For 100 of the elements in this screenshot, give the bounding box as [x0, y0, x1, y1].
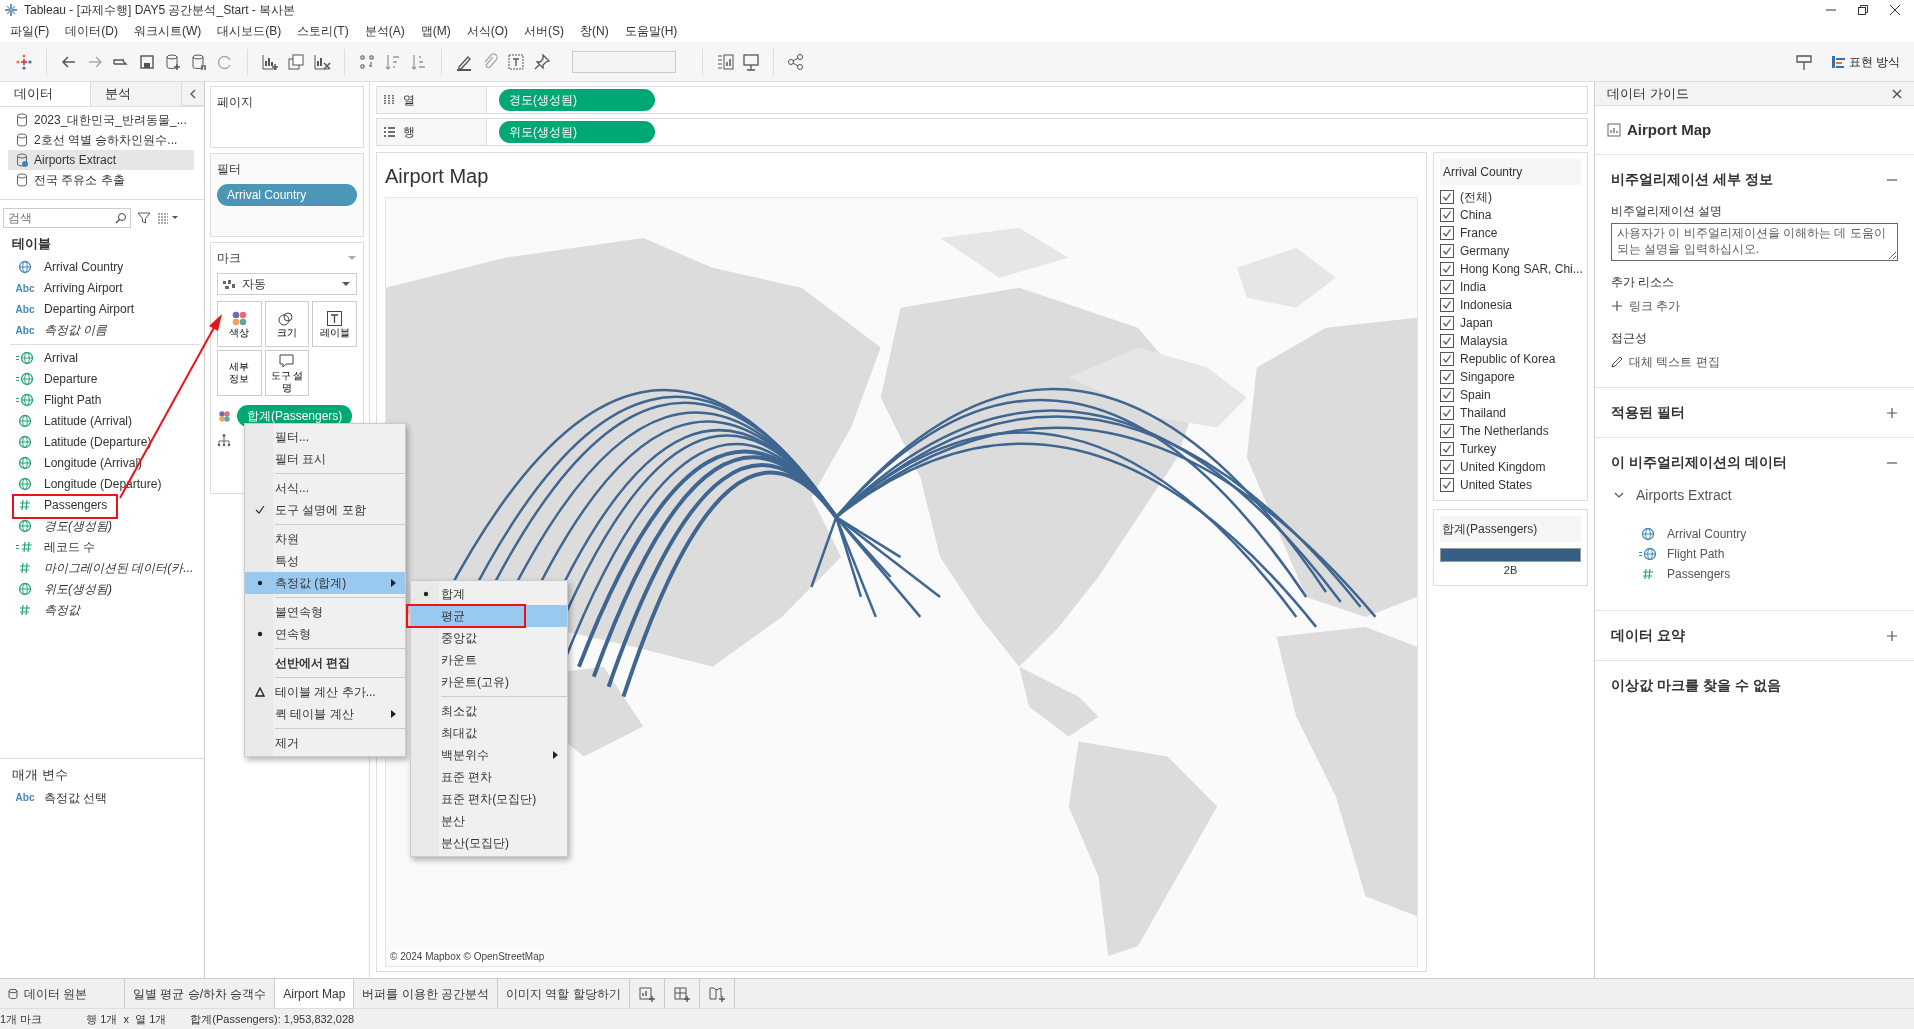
- menu-item[interactable]: 분산(모집단): [411, 832, 567, 854]
- checkbox-item[interactable]: Japan: [1440, 314, 1581, 332]
- menu-item[interactable]: 서식...: [245, 477, 405, 499]
- menu-item[interactable]: 대시보드(B): [209, 22, 290, 40]
- collapse-icon[interactable]: [188, 87, 198, 100]
- menu-item[interactable]: 최대값: [411, 722, 567, 744]
- search-field[interactable]: 검색: [3, 208, 131, 228]
- field-item[interactable]: 마이그레이션된 데이터(카...: [0, 557, 204, 579]
- expand-icon[interactable]: [1886, 629, 1898, 642]
- hierarchy-icon[interactable]: [217, 433, 231, 447]
- description-field[interactable]: 사용자가 이 비주얼리제이션을 이해하는 데 도움이 되는 설명을 입력하십시오.: [1611, 223, 1898, 261]
- checkbox-item[interactable]: Thailand: [1440, 404, 1581, 422]
- pause-database-icon[interactable]: [189, 51, 209, 72]
- menu-item[interactable]: 불연속형: [245, 601, 405, 623]
- mark-property-button[interactable]: 크기: [264, 301, 310, 347]
- data-source-item[interactable]: 전국 주유소 추출: [8, 170, 194, 190]
- checkbox-item[interactable]: Malaysia: [1440, 332, 1581, 350]
- duplicate-icon[interactable]: [286, 51, 306, 72]
- menu-item[interactable]: 카운트(고유): [411, 671, 567, 693]
- menu-item[interactable]: 도움말(H): [616, 22, 686, 40]
- field-item[interactable]: Latitude (Departure): [0, 431, 204, 453]
- menu-item[interactable]: 연속형: [245, 623, 405, 645]
- close-icon[interactable]: [1892, 88, 1902, 99]
- new-dashboard-icon[interactable]: [672, 984, 691, 1003]
- pages-shelf[interactable]: 페이지: [210, 86, 364, 148]
- field-item[interactable]: Abc Departing Airport: [0, 298, 204, 320]
- view-options-icon[interactable]: [157, 211, 179, 225]
- checkbox-item[interactable]: United Kingdom: [1440, 458, 1581, 476]
- menu-item[interactable]: 백분위수: [411, 744, 567, 766]
- menu-item[interactable]: 서버(S): [516, 22, 572, 40]
- checkbox-item[interactable]: France: [1440, 224, 1581, 242]
- share-icon[interactable]: [786, 51, 806, 72]
- menu-item[interactable]: 합계: [411, 583, 567, 605]
- field-item[interactable]: Departure: [0, 368, 204, 390]
- restore-icon[interactable]: [1856, 3, 1870, 17]
- menu-item[interactable]: 측정값 (합계): [245, 572, 405, 594]
- card-view-icon[interactable]: [715, 51, 735, 72]
- menu-item[interactable]: 창(N): [572, 22, 617, 40]
- close-icon[interactable]: [1888, 3, 1902, 17]
- checkbox-item[interactable]: Singapore: [1440, 368, 1581, 386]
- checkbox-item[interactable]: India: [1440, 278, 1581, 296]
- menu-item[interactable]: 분산: [411, 810, 567, 832]
- menu-item[interactable]: 맵(M): [412, 22, 459, 40]
- mark-property-button[interactable]: 세부 정보: [217, 350, 262, 396]
- menu-item[interactable]: 카운트: [411, 649, 567, 671]
- checkbox-item[interactable]: China: [1440, 206, 1581, 224]
- field-item[interactable]: 위도(생성됨): [0, 578, 204, 600]
- data-source-item[interactable]: Airports Extract: [1611, 485, 1898, 506]
- field-item[interactable]: Abc 측정값 선택: [0, 787, 204, 808]
- menu-item[interactable]: 파일(F): [2, 22, 58, 40]
- pane-tab[interactable]: 분석: [91, 82, 182, 106]
- checkbox-item[interactable]: The Netherlands: [1440, 422, 1581, 440]
- menu-item[interactable]: 서식(O): [458, 22, 516, 40]
- menu-item[interactable]: 스토리(T): [289, 22, 357, 40]
- filter-icon[interactable]: [137, 211, 151, 225]
- new-story-icon[interactable]: [707, 984, 726, 1003]
- field-item[interactable]: Abc 측정값 이름: [0, 319, 204, 341]
- field-item[interactable]: Flight Path: [0, 389, 204, 411]
- caret-icon[interactable]: [347, 254, 357, 262]
- data-source-item[interactable]: 2호선 역별 승하차인원수...: [8, 130, 194, 150]
- menu-item[interactable]: 평균: [411, 605, 567, 627]
- new-worksheet-icon[interactable]: [637, 984, 656, 1003]
- data-source-item[interactable]: Airports Extract: [8, 150, 194, 170]
- menu-item[interactable]: 필터...: [245, 426, 405, 448]
- menu-item[interactable]: 특성: [245, 550, 405, 572]
- field-item[interactable]: 측정값: [0, 599, 204, 621]
- field-item[interactable]: Passengers: [0, 494, 204, 516]
- sheet-tab[interactable]: Airport Map: [275, 979, 355, 1008]
- presentation-icon[interactable]: [741, 51, 761, 72]
- mark-property-button[interactable]: 레이블: [312, 301, 357, 347]
- expand-icon[interactable]: [1886, 406, 1898, 419]
- mark-type-dropdown[interactable]: 자동: [217, 273, 357, 295]
- menu-item[interactable]: 필터 표시: [245, 448, 405, 470]
- show-me-button[interactable]: 표현 방식: [1831, 52, 1900, 71]
- checkbox-item[interactable]: Germany: [1440, 242, 1581, 260]
- add-database-icon[interactable]: [163, 51, 183, 72]
- menu-item[interactable]: 제거: [245, 732, 405, 754]
- menu-item[interactable]: 퀵 테이블 계산: [245, 703, 405, 725]
- menu-item[interactable]: 선반에서 편집: [245, 652, 405, 674]
- menu-item[interactable]: 분석(A): [356, 22, 413, 40]
- data-source-item[interactable]: 2023_대한민국_반려동물_...: [8, 110, 194, 130]
- menu-item[interactable]: 중앙값: [411, 627, 567, 649]
- edit-alt-text-link[interactable]: 대체 텍스트 편집: [1611, 353, 1720, 371]
- checkbox-item[interactable]: Indonesia: [1440, 296, 1581, 314]
- checkbox-item[interactable]: Hong Kong SAR, Chi...: [1440, 260, 1581, 278]
- checkbox-item[interactable]: Turkey: [1440, 440, 1581, 458]
- field-item[interactable]: Latitude (Arrival): [0, 410, 204, 432]
- menu-item[interactable]: 데이터(D): [57, 22, 126, 40]
- checkbox-item[interactable]: Republic of Korea: [1440, 350, 1581, 368]
- mark-property-button[interactable]: 색상: [217, 301, 262, 347]
- mark-property-button[interactable]: 도구 설명: [264, 350, 310, 396]
- menu-item[interactable]: 표준 편차: [411, 766, 567, 788]
- checkbox-item[interactable]: United States: [1440, 476, 1581, 494]
- field-item[interactable]: Arrival: [0, 347, 204, 369]
- add-link[interactable]: 링크 추가: [1611, 297, 1681, 315]
- field-item[interactable]: 레코드 수: [0, 536, 204, 558]
- field-item[interactable]: Arrival Country: [0, 256, 204, 278]
- checkbox-item[interactable]: Spain: [1440, 386, 1581, 404]
- menu-item[interactable]: 최소값: [411, 700, 567, 722]
- menu-item[interactable]: 차원: [245, 528, 405, 550]
